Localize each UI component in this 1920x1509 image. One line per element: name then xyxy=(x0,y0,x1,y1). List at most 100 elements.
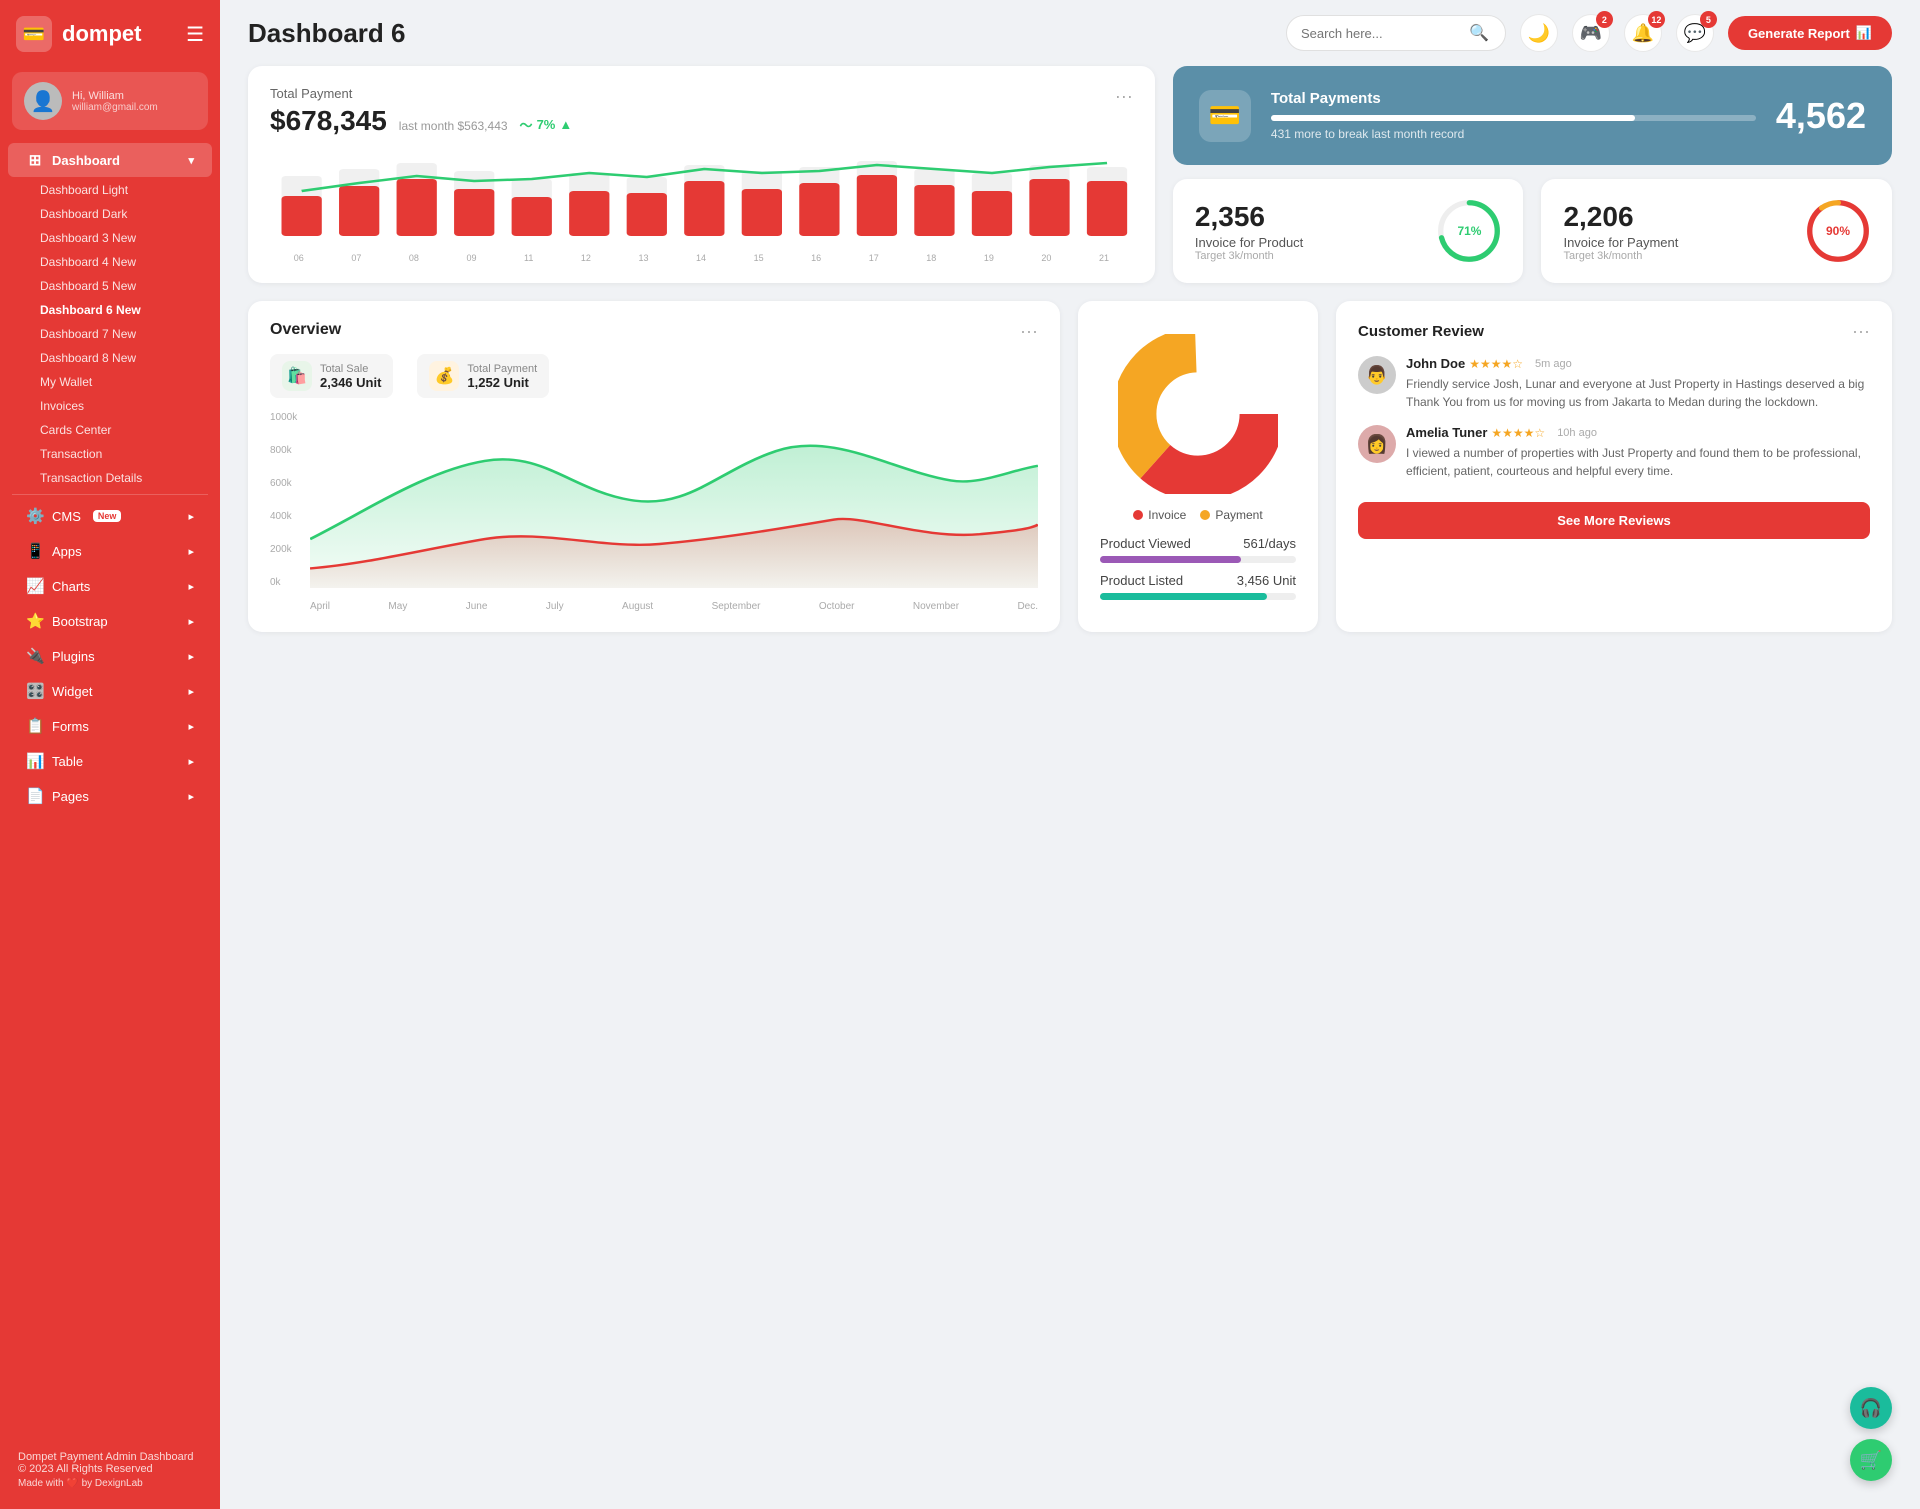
bootstrap-label: Bootstrap xyxy=(52,614,108,629)
search-bar[interactable]: 🔍 xyxy=(1286,15,1506,51)
topbar: Dashboard 6 🔍 🌙 🎮 2 🔔 12 💬 5 Generate Re… xyxy=(220,0,1920,66)
review-title: Customer Review xyxy=(1358,323,1484,340)
payment-dot xyxy=(1200,510,1210,520)
sidebar-item-table[interactable]: 📊 Table ▸ xyxy=(8,744,212,778)
sidebar-subitem-dashboard-7[interactable]: Dashboard 7 New xyxy=(8,322,212,346)
sidebar-item-pages[interactable]: 📄 Pages ▸ xyxy=(8,779,212,813)
invoice-legend: Invoice xyxy=(1133,508,1186,522)
sidebar-item-cms[interactable]: ⚙️ CMS New ▸ xyxy=(8,499,212,533)
generate-report-button[interactable]: Generate Report 📊 xyxy=(1728,16,1892,50)
bar-chart-svg xyxy=(270,151,1133,246)
product-viewed-value: 561/days xyxy=(1243,536,1296,551)
payments-icon: 💳 xyxy=(1199,90,1251,142)
apps-label: Apps xyxy=(52,544,82,559)
sidebar-subitem-transaction[interactable]: Transaction xyxy=(8,442,212,466)
review-name-1: John Doe xyxy=(1406,356,1465,371)
stat-total-payment: 💰 Total Payment 1,252 Unit xyxy=(417,354,549,398)
chat-float-btn[interactable]: 🎧 xyxy=(1850,1387,1892,1429)
page-title: Dashboard 6 xyxy=(248,18,1272,49)
apps-arrow-icon: ▸ xyxy=(188,545,194,558)
sidebar-subitem-dashboard-4[interactable]: Dashboard 4 New xyxy=(8,250,212,274)
review-text-1: Friendly service Josh, Lunar and everyon… xyxy=(1406,375,1870,411)
total-payment-stat-label: Total Payment xyxy=(467,363,537,375)
sidebar-subitem-dashboard-6[interactable]: Dashboard 6 New xyxy=(8,298,212,322)
sidebar-subitem-dashboard-light[interactable]: Dashboard Light xyxy=(8,178,212,202)
row-1: Total Payment $678,345 last month $563,4… xyxy=(248,66,1892,283)
sidebar-item-forms[interactable]: 📋 Forms ▸ xyxy=(8,709,212,743)
total-payment-sub: last month $563,443 xyxy=(399,119,508,133)
cms-arrow-icon: ▸ xyxy=(188,510,194,523)
headset-icon: 🎧 xyxy=(1860,1398,1882,1419)
payments-progress-bar xyxy=(1271,115,1756,121)
theme-toggle-btn[interactable]: 🌙 xyxy=(1520,14,1558,52)
search-input[interactable] xyxy=(1301,26,1461,41)
logo-icon: 💳 xyxy=(16,16,52,52)
product-viewed-label: Product Viewed xyxy=(1100,536,1191,551)
invoice-payment-donut: 90% xyxy=(1806,199,1870,263)
bell-btn[interactable]: 🔔 12 xyxy=(1624,14,1662,52)
cart-float-btn[interactable]: 🛒 xyxy=(1850,1439,1892,1481)
review-text-2: I viewed a number of properties with Jus… xyxy=(1406,444,1870,480)
sidebar-nav: ⊞ Dashboard ▾ Dashboard Light Dashboard … xyxy=(0,142,220,1439)
bar-chart: 06 07 08 09 11 12 13 14 15 16 17 18 19 2… xyxy=(270,151,1133,263)
forms-arrow-icon: ▸ xyxy=(188,720,194,733)
search-icon: 🔍 xyxy=(1469,23,1489,43)
bootstrap-icon: ⭐ xyxy=(26,612,44,630)
pages-label: Pages xyxy=(52,789,89,804)
sidebar-item-dashboard[interactable]: ⊞ Dashboard ▾ xyxy=(8,143,212,177)
user-email: william@gmail.com xyxy=(72,102,158,113)
charts-icon: 📈 xyxy=(26,577,44,595)
widget-arrow-icon: ▸ xyxy=(188,685,194,698)
total-payments-blue-card: 💳 Total Payments 431 more to break last … xyxy=(1173,66,1892,165)
invoice-product-label: Invoice for Product xyxy=(1195,235,1424,250)
invoice-legend-label: Invoice xyxy=(1148,508,1186,522)
sidebar-item-widget[interactable]: 🎛️ Widget ▸ xyxy=(8,674,212,708)
overview-more-icon[interactable]: ··· xyxy=(1020,321,1038,342)
review-content-1: John Doe ★★★★☆ 5m ago Friendly service J… xyxy=(1406,356,1870,411)
sidebar-item-bootstrap[interactable]: ⭐ Bootstrap ▸ xyxy=(8,604,212,638)
payments-sub: 431 more to break last month record xyxy=(1271,127,1756,141)
sidebar-subitem-dashboard-5[interactable]: Dashboard 5 New xyxy=(8,274,212,298)
stat-total-sale: 🛍️ Total Sale 2,346 Unit xyxy=(270,354,393,398)
total-payment-stat-value: 1,252 Unit xyxy=(467,375,537,390)
user-info: Hi, William william@gmail.com xyxy=(72,90,158,113)
sidebar-subitem-transaction-details[interactable]: Transaction Details xyxy=(8,466,212,490)
sidebar-subitem-dashboard-dark[interactable]: Dashboard Dark xyxy=(8,202,212,226)
hamburger-icon[interactable]: ☰ xyxy=(186,22,204,47)
bar-chart-labels: 06 07 08 09 11 12 13 14 15 16 17 18 19 2… xyxy=(270,253,1133,263)
invoice-product-percent: 71% xyxy=(1457,224,1481,238)
see-more-reviews-button[interactable]: See More Reviews xyxy=(1358,502,1870,539)
bell-badge: 12 xyxy=(1648,11,1665,28)
sidebar: 💳 dompet ☰ 👤 Hi, William william@gmail.c… xyxy=(0,0,220,1509)
forms-label: Forms xyxy=(52,719,89,734)
pages-icon: 📄 xyxy=(26,787,44,805)
sidebar-subitem-mywallet[interactable]: My Wallet xyxy=(8,370,212,394)
payment-legend: Payment xyxy=(1200,508,1262,522)
gamepad-badge: 2 xyxy=(1596,11,1613,28)
footer-copyright: © 2023 All Rights Reserved xyxy=(18,1463,202,1475)
sidebar-item-apps[interactable]: 📱 Apps ▸ xyxy=(8,534,212,568)
invoice-payment-percent: 90% xyxy=(1826,224,1850,238)
x-axis-labels: AprilMayJuneJulyAugustSeptemberOctoberNo… xyxy=(310,601,1038,612)
review-more-icon[interactable]: ··· xyxy=(1852,321,1870,342)
sidebar-subitem-invoices[interactable]: Invoices xyxy=(8,394,212,418)
chat-btn[interactable]: 💬 5 xyxy=(1676,14,1714,52)
sidebar-subitem-cards-center[interactable]: Cards Center xyxy=(8,418,212,442)
product-viewed-stat: Product Viewed 561/days xyxy=(1100,536,1296,563)
sidebar-subitem-dashboard-3[interactable]: Dashboard 3 New xyxy=(8,226,212,250)
gamepad-btn[interactable]: 🎮 2 xyxy=(1572,14,1610,52)
sidebar-item-plugins[interactable]: 🔌 Plugins ▸ xyxy=(8,639,212,673)
chart-bar-icon: 📊 xyxy=(1856,25,1872,41)
total-payment-trend: 〜 7% ▲ xyxy=(520,115,573,134)
payments-info: Total Payments 431 more to break last mo… xyxy=(1271,90,1756,141)
review-header: Customer Review ··· xyxy=(1358,321,1870,342)
more-options-icon[interactable]: ··· xyxy=(1115,86,1133,107)
invoice-payment-card: 2,206 Invoice for Payment Target 3k/mont… xyxy=(1541,179,1892,283)
user-profile[interactable]: 👤 Hi, William william@gmail.com xyxy=(12,72,208,130)
review-stars-1: ★★★★☆ xyxy=(1469,357,1523,371)
sidebar-item-charts[interactable]: 📈 Charts ▸ xyxy=(8,569,212,603)
cms-label: CMS xyxy=(52,509,81,524)
floating-buttons: 🎧 🛒 xyxy=(1850,1387,1892,1481)
chat-badge: 5 xyxy=(1700,11,1717,28)
sidebar-subitem-dashboard-8[interactable]: Dashboard 8 New xyxy=(8,346,212,370)
